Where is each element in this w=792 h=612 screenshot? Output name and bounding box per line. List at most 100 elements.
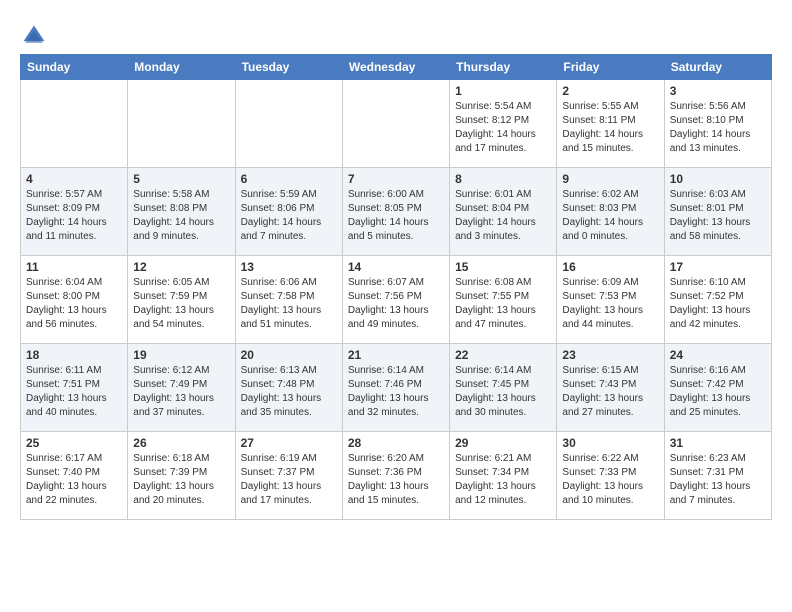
- header: [20, 16, 772, 50]
- day-number: 20: [241, 348, 337, 362]
- week-row-2: 4Sunrise: 5:57 AMSunset: 8:09 PMDaylight…: [21, 168, 772, 256]
- day-number: 26: [133, 436, 229, 450]
- day-info: Sunrise: 6:03 AMSunset: 8:01 PMDaylight:…: [670, 188, 766, 244]
- calendar-cell: [21, 80, 128, 168]
- day-number: 16: [562, 260, 658, 274]
- day-info: Sunrise: 6:14 AMSunset: 7:45 PMDaylight:…: [455, 364, 551, 420]
- day-number: 21: [348, 348, 444, 362]
- calendar-cell: [128, 80, 235, 168]
- calendar-cell: 13Sunrise: 6:06 AMSunset: 7:58 PMDayligh…: [235, 256, 342, 344]
- calendar-cell: 18Sunrise: 6:11 AMSunset: 7:51 PMDayligh…: [21, 344, 128, 432]
- day-number: 27: [241, 436, 337, 450]
- day-info: Sunrise: 6:10 AMSunset: 7:52 PMDaylight:…: [670, 276, 766, 332]
- day-header-thursday: Thursday: [450, 55, 557, 80]
- calendar-cell: 29 Sunrise: 6:21 AMSunset: 7:34 PMDayligh…: [450, 432, 557, 520]
- day-info: Sunrise: 6:22 AMSunset: 7:33 PMDaylight:…: [562, 452, 658, 508]
- calendar-cell: 20 Sunrise: 6:13 AMSunset: 7:48 PMDayligh…: [235, 344, 342, 432]
- day-number: 3: [670, 84, 766, 98]
- day-info: Sunrise: 6:14 AMSunset: 7:46 PMDaylight:…: [348, 364, 444, 420]
- calendar-cell: 19 Sunrise: 6:12 AMSunset: 7:49 PMDayligh…: [128, 344, 235, 432]
- calendar-cell: 4Sunrise: 5:57 AMSunset: 8:09 PMDaylight…: [21, 168, 128, 256]
- calendar-cell: 28 Sunrise: 6:20 AMSunset: 7:36 PMDayligh…: [342, 432, 449, 520]
- calendar-cell: 30 Sunrise: 6:22 AMSunset: 7:33 PMDayligh…: [557, 432, 664, 520]
- day-info: Sunrise: 6:07 AMSunset: 7:56 PMDaylight:…: [348, 276, 444, 332]
- day-info: Sunrise: 5:56 AMSunset: 8:10 PMDaylight:…: [670, 100, 766, 156]
- day-info: Sunrise: 5:58 AMSunset: 8:08 PMDaylight:…: [133, 188, 229, 244]
- day-info: Sunrise: 6:21 AMSunset: 7:34 PMDaylight:…: [455, 452, 551, 508]
- day-info: Sunrise: 6:20 AMSunset: 7:36 PMDaylight:…: [348, 452, 444, 508]
- week-row-4: 18Sunrise: 6:11 AMSunset: 7:51 PMDayligh…: [21, 344, 772, 432]
- logo-icon: [20, 22, 48, 50]
- day-number: 25: [26, 436, 122, 450]
- calendar-cell: 22 Sunrise: 6:14 AMSunset: 7:45 PMDayligh…: [450, 344, 557, 432]
- day-number: 24: [670, 348, 766, 362]
- day-number: 8: [455, 172, 551, 186]
- day-info: Sunrise: 6:04 AMSunset: 8:00 PMDaylight:…: [26, 276, 122, 332]
- calendar-cell: 23 Sunrise: 6:15 AMSunset: 7:43 PMDayligh…: [557, 344, 664, 432]
- day-number: 17: [670, 260, 766, 274]
- calendar-cell: 25Sunrise: 6:17 AMSunset: 7:40 PMDayligh…: [21, 432, 128, 520]
- calendar-cell: [342, 80, 449, 168]
- day-info: Sunrise: 5:55 AMSunset: 8:11 PMDaylight:…: [562, 100, 658, 156]
- calendar-cell: 3 Sunrise: 5:56 AMSunset: 8:10 PMDaylight…: [664, 80, 771, 168]
- day-info: Sunrise: 6:16 AMSunset: 7:42 PMDaylight:…: [670, 364, 766, 420]
- day-number: 18: [26, 348, 122, 362]
- day-info: Sunrise: 6:15 AMSunset: 7:43 PMDaylight:…: [562, 364, 658, 420]
- day-number: 10: [670, 172, 766, 186]
- calendar-cell: 27 Sunrise: 6:19 AMSunset: 7:37 PMDayligh…: [235, 432, 342, 520]
- calendar-cell: 26 Sunrise: 6:18 AMSunset: 7:39 PMDayligh…: [128, 432, 235, 520]
- week-row-5: 25Sunrise: 6:17 AMSunset: 7:40 PMDayligh…: [21, 432, 772, 520]
- day-number: 29: [455, 436, 551, 450]
- day-header-monday: Monday: [128, 55, 235, 80]
- day-info: Sunrise: 5:54 AMSunset: 8:12 PMDaylight:…: [455, 100, 551, 156]
- day-number: 1: [455, 84, 551, 98]
- day-number: 13: [241, 260, 337, 274]
- day-number: 7: [348, 172, 444, 186]
- week-row-3: 11 Sunrise: 6:04 AMSunset: 8:00 PMDayligh…: [21, 256, 772, 344]
- calendar-cell: 10 Sunrise: 6:03 AMSunset: 8:01 PMDayligh…: [664, 168, 771, 256]
- calendar-cell: 6Sunrise: 5:59 AMSunset: 8:06 PMDaylight…: [235, 168, 342, 256]
- calendar-cell: 8Sunrise: 6:01 AMSunset: 8:04 PMDaylight…: [450, 168, 557, 256]
- day-info: Sunrise: 6:13 AMSunset: 7:48 PMDaylight:…: [241, 364, 337, 420]
- calendar-cell: 11 Sunrise: 6:04 AMSunset: 8:00 PMDayligh…: [21, 256, 128, 344]
- calendar-cell: 16Sunrise: 6:09 AMSunset: 7:53 PMDayligh…: [557, 256, 664, 344]
- calendar-cell: 5 Sunrise: 5:58 AMSunset: 8:08 PMDaylight…: [128, 168, 235, 256]
- calendar-cell: 2 Sunrise: 5:55 AMSunset: 8:11 PMDaylight…: [557, 80, 664, 168]
- calendar-cell: 17 Sunrise: 6:10 AMSunset: 7:52 PMDayligh…: [664, 256, 771, 344]
- calendar-cell: 14 Sunrise: 6:07 AMSunset: 7:56 PMDayligh…: [342, 256, 449, 344]
- calendar-cell: [235, 80, 342, 168]
- day-info: Sunrise: 6:19 AMSunset: 7:37 PMDaylight:…: [241, 452, 337, 508]
- week-row-1: 1 Sunrise: 5:54 AMSunset: 8:12 PMDaylight…: [21, 80, 772, 168]
- calendar-cell: 31Sunrise: 6:23 AMSunset: 7:31 PMDayligh…: [664, 432, 771, 520]
- day-number: 14: [348, 260, 444, 274]
- calendar-cell: 24 Sunrise: 6:16 AMSunset: 7:42 PMDayligh…: [664, 344, 771, 432]
- day-number: 28: [348, 436, 444, 450]
- day-info: Sunrise: 6:05 AMSunset: 7:59 PMDaylight:…: [133, 276, 229, 332]
- calendar-cell: 1 Sunrise: 5:54 AMSunset: 8:12 PMDaylight…: [450, 80, 557, 168]
- day-number: 30: [562, 436, 658, 450]
- day-info: Sunrise: 6:23 AMSunset: 7:31 PMDaylight:…: [670, 452, 766, 508]
- day-info: Sunrise: 6:18 AMSunset: 7:39 PMDaylight:…: [133, 452, 229, 508]
- day-number: 5: [133, 172, 229, 186]
- calendar-cell: 12 Sunrise: 6:05 AMSunset: 7:59 PMDayligh…: [128, 256, 235, 344]
- day-number: 6: [241, 172, 337, 186]
- day-info: Sunrise: 6:00 AMSunset: 8:05 PMDaylight:…: [348, 188, 444, 244]
- day-header-friday: Friday: [557, 55, 664, 80]
- calendar-cell: 21 Sunrise: 6:14 AMSunset: 7:46 PMDayligh…: [342, 344, 449, 432]
- day-header-tuesday: Tuesday: [235, 55, 342, 80]
- day-number: 22: [455, 348, 551, 362]
- day-number: 23: [562, 348, 658, 362]
- day-number: 2: [562, 84, 658, 98]
- day-number: 15: [455, 260, 551, 274]
- calendar-cell: 9Sunrise: 6:02 AMSunset: 8:03 PMDaylight…: [557, 168, 664, 256]
- day-number: 12: [133, 260, 229, 274]
- calendar-table: SundayMondayTuesdayWednesdayThursdayFrid…: [20, 54, 772, 520]
- day-info: Sunrise: 6:08 AMSunset: 7:55 PMDaylight:…: [455, 276, 551, 332]
- logo: [20, 22, 52, 50]
- day-header-wednesday: Wednesday: [342, 55, 449, 80]
- calendar-cell: 15 Sunrise: 6:08 AMSunset: 7:55 PMDayligh…: [450, 256, 557, 344]
- day-info: Sunrise: 6:12 AMSunset: 7:49 PMDaylight:…: [133, 364, 229, 420]
- header-row: SundayMondayTuesdayWednesdayThursdayFrid…: [21, 55, 772, 80]
- day-number: 11: [26, 260, 122, 274]
- day-number: 19: [133, 348, 229, 362]
